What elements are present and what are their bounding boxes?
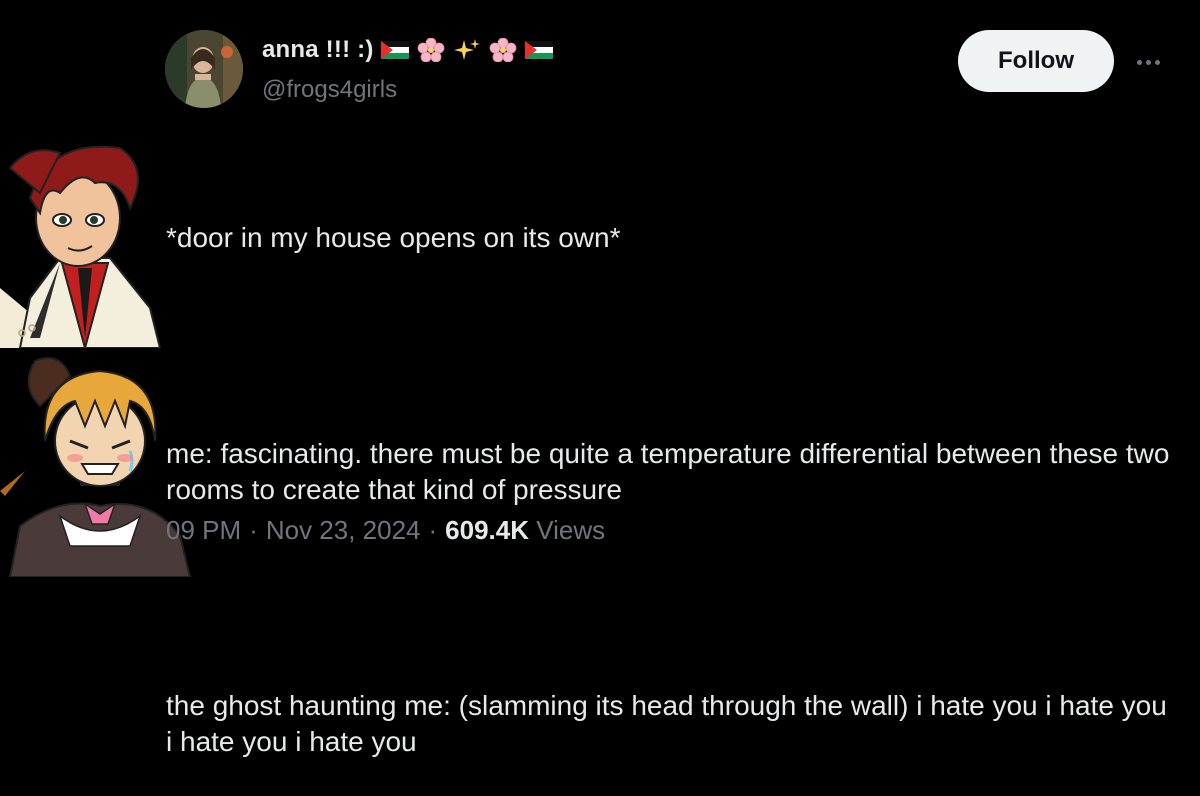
more-dot-icon <box>1145 59 1151 65</box>
tweet-time[interactable]: 09 PM <box>166 515 241 546</box>
tweet-paragraph: me: fascinating. there must be quite a t… <box>166 438 1178 505</box>
tweet-paragraph: *door in my house opens on its own* <box>166 222 621 253</box>
more-options-button[interactable] <box>1128 52 1168 72</box>
tweet-text: *door in my house opens on its own* me: … <box>166 148 1176 796</box>
palestine-flag-icon <box>380 41 409 59</box>
tweet-date[interactable]: Nov 23, 2024 <box>266 515 421 546</box>
anime-character-sticker-top <box>0 145 162 348</box>
meta-separator: · <box>249 514 258 545</box>
author-name-row[interactable]: anna !!! :) <box>262 34 554 66</box>
views-label: Views <box>536 514 606 545</box>
more-dot-icon <box>1154 59 1160 65</box>
follow-button[interactable]: Follow <box>958 30 1114 92</box>
author-handle[interactable]: @frogs4girls <box>262 76 397 104</box>
more-dot-icon <box>1136 59 1142 65</box>
tweet-paragraph: the ghost haunting me: (slamming its hea… <box>166 690 1175 757</box>
avatar-photo <box>165 30 243 108</box>
profile-avatar[interactable] <box>165 30 243 108</box>
cherry-blossom-icon <box>417 38 444 62</box>
sparkles-icon <box>453 39 480 60</box>
palestine-flag-icon <box>524 41 553 59</box>
tweet-meta: 09 PM · Nov 23, 2024 · 609.4K Views <box>166 512 605 548</box>
views-count: 609.4K <box>445 514 530 545</box>
author-name[interactable]: anna !!! :) <box>262 36 374 64</box>
cherry-blossom-icon <box>489 38 516 62</box>
meta-separator: · <box>428 514 438 545</box>
